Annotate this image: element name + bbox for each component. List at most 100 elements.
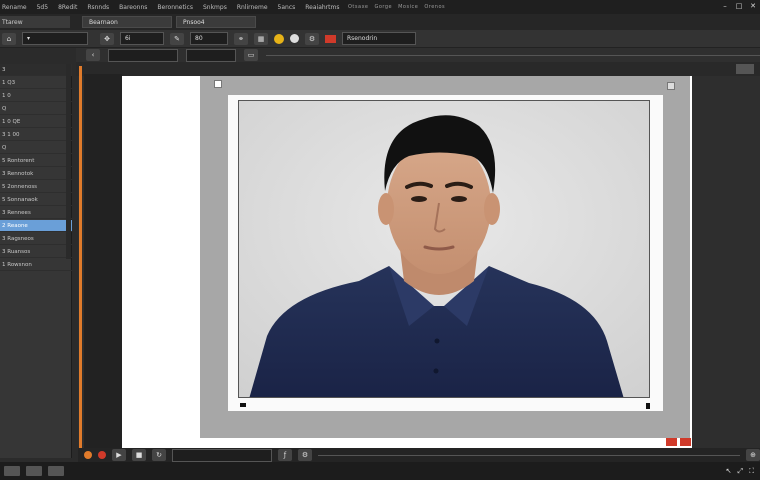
menu-item[interactable]: Rsnnds xyxy=(87,4,109,11)
panel-menu-icon[interactable] xyxy=(736,64,754,74)
menu-item[interactable]: Snkmps xyxy=(203,4,227,11)
layer-label: 2 Reaone xyxy=(2,222,28,229)
panel-toggle-icon[interactable] xyxy=(4,466,20,476)
window-controls: – □ ✕ xyxy=(720,1,758,11)
label-field-text: Rsenodrin xyxy=(347,35,378,42)
move-icon[interactable]: ✥ xyxy=(100,32,114,45)
label-field[interactable]: Rsenodrin xyxy=(342,32,416,45)
zoom-field[interactable]: 80 xyxy=(190,32,228,45)
layer-row[interactable]: 3 Rennotok xyxy=(0,168,72,180)
close-icon[interactable]: ✕ xyxy=(748,1,758,11)
timeline-field[interactable] xyxy=(172,448,272,462)
layer-label: Q xyxy=(2,144,7,151)
menu-item[interactable]: 5ancs xyxy=(278,4,296,11)
timeline-marker xyxy=(79,66,82,450)
options-bar: ⌂ ▾ ✥ 6i ✎ 80 ⚭ ▦ ⚙ Rsenodrin xyxy=(0,30,760,48)
layer-label: Q xyxy=(2,105,7,112)
layer-label: 3 1 00 xyxy=(2,131,20,138)
layer-row[interactable]: 3 Ruansos xyxy=(0,246,72,258)
panel-tab[interactable]: Ttarew xyxy=(0,16,70,28)
red-marker-icon[interactable] xyxy=(680,438,691,446)
circle-icon[interactable] xyxy=(290,34,299,43)
loop-icon[interactable]: ↻ xyxy=(152,449,166,461)
layer-row[interactable]: 1 0 QE xyxy=(0,116,72,128)
layer-row[interactable]: 3 Ragsneos xyxy=(0,233,72,245)
layers-header: 3 xyxy=(0,64,72,76)
layer-label: 3 Rennotok xyxy=(2,170,34,177)
preset-select[interactable]: ▾ xyxy=(22,32,88,45)
brush-icon[interactable]: ✎ xyxy=(170,32,184,45)
document-tab-label: Pnsoo4 xyxy=(183,18,205,26)
layer-row[interactable]: Q xyxy=(0,103,72,115)
layer-row[interactable]: 3 1 00 xyxy=(0,129,72,141)
panel-toggle-icon[interactable] xyxy=(26,466,42,476)
title-fragment-4: Orenos xyxy=(424,4,446,10)
minimize-icon[interactable]: – xyxy=(720,1,730,11)
title-fragment-2: Gorge xyxy=(374,4,393,10)
option-field[interactable] xyxy=(186,48,236,62)
play-icon[interactable]: ▶ xyxy=(112,449,126,461)
portrait-svg xyxy=(239,101,649,397)
settings-icon[interactable]: ⚙ xyxy=(305,32,319,45)
layer-row[interactable]: 5 2onnenoss xyxy=(0,181,72,193)
document-tab-1[interactable]: Bearnaon xyxy=(82,16,172,28)
document-tab-label: Bearnaon xyxy=(89,18,118,26)
layer-label: 1 Rowsnon xyxy=(2,261,32,268)
menu-item[interactable]: Rnlirneme xyxy=(237,4,268,11)
layer-row[interactable]: 1 Q3 xyxy=(0,77,72,89)
anchor-icon[interactable] xyxy=(240,403,246,407)
menu-item[interactable]: 5d5 xyxy=(37,4,48,11)
color-dot-icon[interactable] xyxy=(274,33,284,44)
frame-handle-icon[interactable] xyxy=(214,80,222,88)
menu-item[interactable]: Bareonns xyxy=(119,4,147,11)
panel-toggle-icon[interactable] xyxy=(48,466,64,476)
size-field[interactable]: 6i xyxy=(120,32,164,45)
layer-label: 1 Q3 xyxy=(2,79,16,86)
frame-handle-icon[interactable] xyxy=(667,82,675,90)
frame-icon[interactable]: ▭ xyxy=(244,49,258,61)
layer-row[interactable]: 3 Rennees xyxy=(0,207,72,219)
stop-icon[interactable]: ■ xyxy=(132,449,146,461)
red-marker-icon[interactable] xyxy=(666,438,677,446)
document-tab-2[interactable]: Pnsoo4 xyxy=(176,16,256,28)
layer-row[interactable]: 5 Sonnanaok xyxy=(0,194,72,206)
portrait-image xyxy=(238,100,650,398)
fullscreen-icon[interactable]: ⛶ xyxy=(749,467,754,476)
layer-label: 3 Ragsneos xyxy=(2,235,34,242)
title-fragment-1: Otsaxe xyxy=(348,4,369,10)
home-icon[interactable]: ⌂ xyxy=(2,32,16,45)
size-field-value: 6i xyxy=(125,35,131,42)
layers-scrollbar[interactable] xyxy=(66,64,71,259)
title-fragment-3: Mosice xyxy=(398,4,419,10)
expand-icon[interactable]: ⤢ xyxy=(737,467,743,476)
link-icon[interactable]: ⚭ xyxy=(234,32,248,45)
layer-label: 1 0 QE xyxy=(2,118,21,125)
record-icon[interactable] xyxy=(98,451,106,459)
fx-icon[interactable]: ƒ xyxy=(278,449,292,461)
layer-label: 3 Ruansos xyxy=(2,248,31,255)
anchor-icon[interactable] xyxy=(646,403,650,409)
path-field[interactable] xyxy=(108,48,178,62)
menu-item[interactable]: Rename xyxy=(2,4,27,11)
layer-row[interactable]: 1 Rowsnon xyxy=(0,259,72,271)
divider xyxy=(318,454,740,456)
divider xyxy=(266,54,760,56)
layer-row[interactable]: 1 0 xyxy=(0,90,72,102)
grid-icon[interactable]: ▦ xyxy=(254,32,268,45)
maximize-icon[interactable]: □ xyxy=(734,1,744,11)
settings-icon[interactable]: ⚙ xyxy=(298,449,312,461)
layer-row[interactable]: 2 Reaone xyxy=(0,220,72,232)
zoom-in-icon[interactable]: ⊕ xyxy=(746,449,760,461)
red-marker-icon[interactable] xyxy=(325,34,336,43)
layer-row[interactable]: Q xyxy=(0,142,72,154)
layer-label: 3 Rennees xyxy=(2,209,31,216)
menu-item[interactable]: 8Redit xyxy=(58,4,77,11)
cursor-icon[interactable]: ↖ xyxy=(726,467,732,475)
menu-item[interactable]: Reaiahrtms xyxy=(305,4,339,11)
back-icon[interactable]: ‹ xyxy=(86,49,100,61)
menu-item[interactable]: Beronnetics xyxy=(157,4,193,11)
secondary-toolbar: ‹ ▭ xyxy=(76,48,760,62)
record-icon[interactable] xyxy=(84,451,92,459)
layer-row[interactable]: 5 Rontorent xyxy=(0,155,72,167)
layers-panel: 3 1 Q3 1 0 Q 1 0 QE 3 1 00 Q 5 Rontorent 3 Renno… xyxy=(0,64,72,458)
